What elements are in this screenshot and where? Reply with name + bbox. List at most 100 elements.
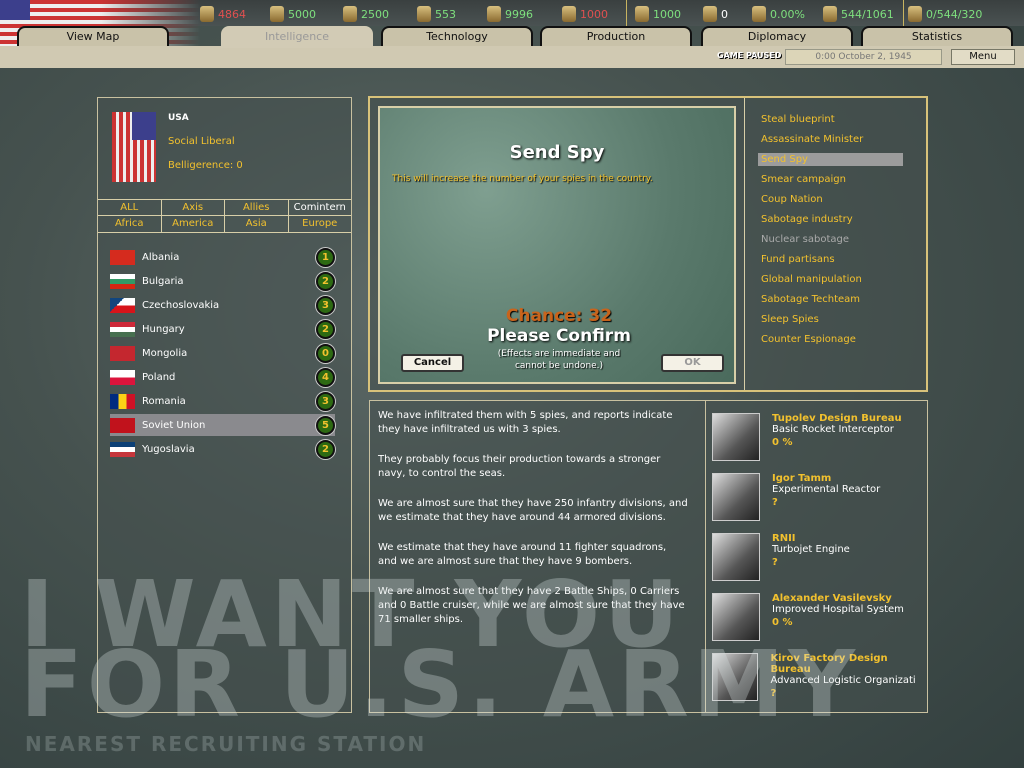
- resource-money: 1000: [562, 6, 608, 22]
- country-name: Romania: [142, 395, 186, 407]
- country-item[interactable]: Soviet Union 5: [110, 414, 335, 436]
- spy-count-badge: 5: [316, 415, 335, 435]
- country-item[interactable]: Yugoslavia 2: [110, 438, 335, 460]
- mission-nuclear-sabotage[interactable]: Nuclear sabotage: [758, 233, 903, 246]
- tab-production[interactable]: Production: [540, 26, 692, 46]
- filter-axis[interactable]: Axis: [162, 200, 225, 215]
- manpower-icon: [635, 6, 649, 22]
- techteam-info: Tupolev Design Bureau Basic Rocket Interc…: [772, 413, 902, 463]
- divider: [626, 0, 627, 26]
- mission-global-manipulation[interactable]: Global manipulation: [758, 273, 903, 286]
- country-item[interactable]: Poland 4: [110, 366, 335, 388]
- techteam-progress: ?: [772, 497, 778, 508]
- tab-diplomacy[interactable]: Diplomacy: [701, 26, 853, 46]
- country-item[interactable]: Romania 3: [110, 390, 335, 412]
- country-flag-icon: [110, 249, 135, 265]
- resource-rare-materials: 2500: [343, 6, 389, 22]
- resource-transports: 0: [703, 6, 728, 22]
- menu-button[interactable]: Menu: [951, 49, 1015, 65]
- intel-report: We have infiltrated them with 5 spies, a…: [378, 409, 688, 643]
- cancel-button[interactable]: Cancel: [401, 354, 464, 372]
- send-spy-dialog: Send Spy This will increase the number o…: [378, 106, 736, 384]
- techteam-item[interactable]: Tupolev Design Bureau Basic Rocket Interc…: [712, 413, 902, 463]
- country-item[interactable]: Mongolia 0: [110, 342, 335, 364]
- divider: [744, 98, 745, 390]
- country-item[interactable]: Albania 1: [110, 246, 335, 268]
- ok-button[interactable]: OK: [661, 354, 724, 372]
- tab-statistics[interactable]: Statistics: [861, 26, 1013, 46]
- country-name: Yugoslavia: [142, 443, 195, 455]
- country-name: Czechoslovakia: [142, 299, 220, 311]
- country-item[interactable]: Hungary 2: [110, 318, 335, 340]
- resource-value: 0: [721, 7, 728, 21]
- mission-sabotage-industry[interactable]: Sabotage industry: [758, 213, 903, 226]
- filter-america[interactable]: America: [162, 216, 225, 232]
- chance-label: Chance: 32: [505, 306, 613, 326]
- techteam-item[interactable]: Kirov Factory Design Bureau Advanced Logi…: [712, 653, 926, 703]
- date-display[interactable]: 0:00 October 2, 1945: [785, 49, 942, 65]
- country-item[interactable]: Czechoslovakia 3: [110, 294, 335, 316]
- intel-report-panel: We have infiltrated them with 5 spies, a…: [369, 400, 928, 713]
- money-icon: [562, 6, 576, 22]
- techteam-project: Advanced Logistic Organizati: [770, 675, 916, 686]
- mission-sabotage-techteam[interactable]: Sabotage Techteam: [758, 293, 903, 306]
- techteam-portrait: [712, 593, 760, 641]
- resource-value: 9996: [505, 7, 533, 21]
- filter-asia[interactable]: Asia: [225, 216, 289, 232]
- spy-count-badge: 3: [316, 391, 335, 411]
- tab-technology[interactable]: Technology: [381, 26, 533, 46]
- mission-smear-campaign[interactable]: Smear campaign: [758, 173, 903, 186]
- resource-dissent: 0.00%: [752, 6, 805, 22]
- techteam-portrait: [712, 533, 760, 581]
- spy-count-badge: 0: [316, 343, 335, 363]
- techteam-project: Improved Hospital System: [772, 604, 904, 615]
- metal-icon: [270, 6, 284, 22]
- resource-value: 544/1061: [841, 7, 894, 21]
- techteam-project: Basic Rocket Interceptor: [772, 424, 894, 435]
- confirm-label: Please Confirm: [487, 326, 631, 346]
- spy-count-badge: 3: [316, 295, 335, 315]
- techteam-info: Kirov Factory Design Bureau Advanced Logi…: [770, 653, 926, 703]
- mission-sleep-spies[interactable]: Sleep Spies: [758, 313, 903, 326]
- resource-metal: 5000: [270, 6, 316, 22]
- resource-value: 1000: [580, 7, 608, 21]
- country-name: Mongolia: [142, 347, 188, 359]
- filter-africa[interactable]: Africa: [98, 216, 162, 232]
- resource-convoys: 544/1061: [823, 6, 894, 22]
- techteam-item[interactable]: Igor Tamm Experimental Reactor?: [712, 473, 880, 523]
- country-flag-icon: [110, 441, 135, 457]
- country-name: Albania: [142, 251, 180, 263]
- mission-coup-nation[interactable]: Coup Nation: [758, 193, 903, 206]
- tab-view-map[interactable]: View Map: [17, 26, 169, 46]
- techteam-name: Kirov Factory Design Bureau: [770, 653, 888, 675]
- country-flag-icon: [110, 393, 135, 409]
- supplies-icon: [487, 6, 501, 22]
- filter-comintern[interactable]: Comintern: [289, 200, 352, 215]
- filter-all[interactable]: ALL: [98, 200, 162, 215]
- resource-oil: 553: [417, 6, 456, 22]
- mission-send-spy[interactable]: Send Spy: [758, 153, 903, 166]
- mission-fund-partisans[interactable]: Fund partisans: [758, 253, 903, 266]
- dialog-title: Send Spy: [509, 142, 605, 163]
- report-paragraph: We are almost sure that they have 250 in…: [378, 498, 688, 523]
- mission-panel: Send Spy This will increase the number o…: [368, 96, 928, 392]
- country-flag-icon: [110, 273, 135, 289]
- country-name: Soviet Union: [142, 419, 206, 431]
- resource-value: 0/544/320: [926, 7, 983, 21]
- techteam-item[interactable]: Alexander Vasilevsky Improved Hospital Sy…: [712, 593, 904, 643]
- country-item[interactable]: Bulgaria 2: [110, 270, 335, 292]
- mission-steal-blueprint[interactable]: Steal blueprint: [758, 113, 903, 126]
- spy-count-badge: 2: [316, 271, 335, 291]
- tab-intelligence[interactable]: Intelligence: [221, 26, 373, 48]
- mission-counter-espionage[interactable]: Counter Espionage: [758, 333, 903, 346]
- techteam-project: Experimental Reactor: [772, 484, 881, 495]
- resource-manpower: 1000: [635, 6, 681, 22]
- techteam-item[interactable]: RNII Turbojet Engine?: [712, 533, 850, 583]
- spy-count-badge: 2: [316, 439, 335, 459]
- filter-europe[interactable]: Europe: [289, 216, 352, 232]
- mission-assassinate-minister[interactable]: Assassinate Minister: [758, 133, 903, 146]
- energy-icon: [200, 6, 214, 22]
- techteam-progress: 0 %: [772, 437, 793, 448]
- usa-flag: [112, 112, 156, 182]
- filter-allies[interactable]: Allies: [225, 200, 289, 215]
